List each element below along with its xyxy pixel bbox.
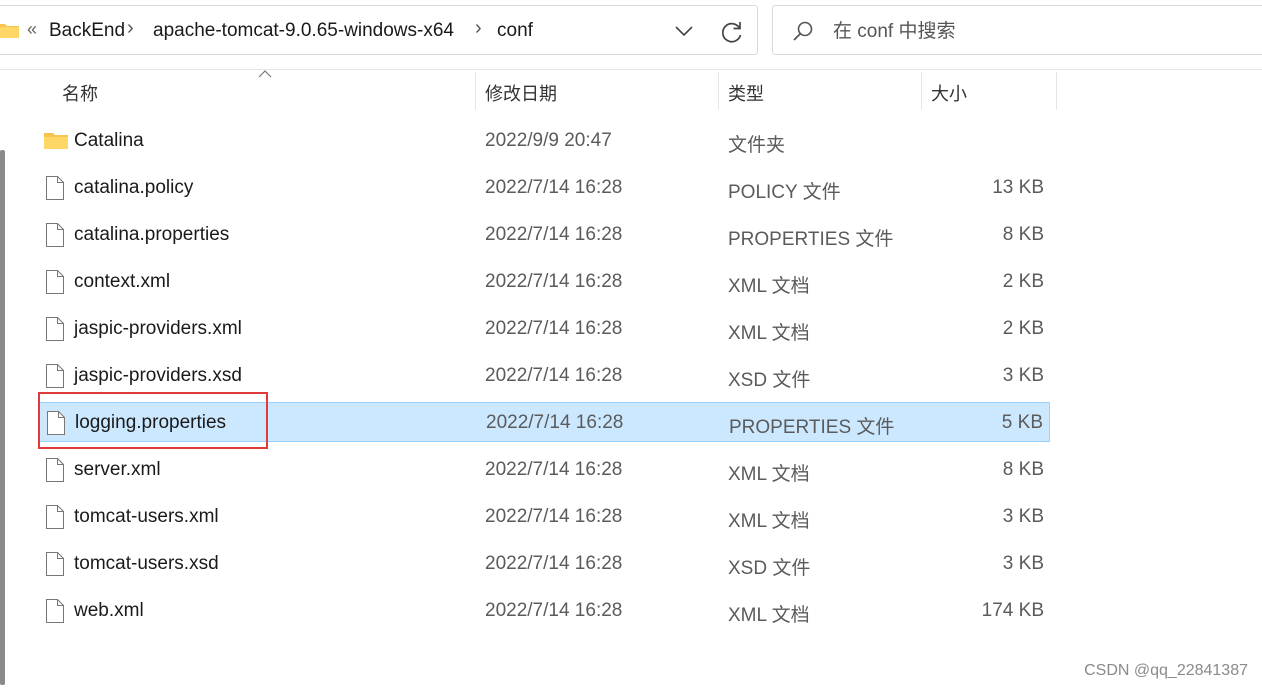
- file-size: 2 KB: [1002, 318, 1044, 339]
- file-type: XML 文档: [728, 511, 810, 532]
- file-date: 2022/9/9 20:47: [485, 130, 612, 151]
- column-divider[interactable]: [921, 72, 922, 110]
- search-input[interactable]: [831, 18, 1235, 46]
- file-size: 5 KB: [1001, 412, 1043, 433]
- sort-ascending-icon: [258, 70, 272, 78]
- file-icon: [46, 458, 64, 482]
- file-name: catalina.properties: [74, 224, 230, 245]
- file-type: PROPERTIES 文件: [729, 417, 895, 438]
- file-size: 8 KB: [1002, 224, 1044, 245]
- column-header-date[interactable]: 修改日期: [485, 80, 557, 106]
- list-item[interactable]: jaspic-providers.xml 2022/7/14 16:28 XML…: [38, 309, 1050, 349]
- column-divider[interactable]: [1056, 72, 1057, 110]
- file-icon: [46, 270, 64, 294]
- file-icon: [46, 176, 64, 200]
- file-date: 2022/7/14 16:28: [485, 177, 623, 198]
- file-date: 2022/7/14 16:28: [485, 459, 623, 480]
- file-size: 3 KB: [1002, 553, 1044, 574]
- file-name: jaspic-providers.xml: [74, 318, 242, 339]
- file-name: context.xml: [74, 271, 171, 292]
- file-name: web.xml: [74, 600, 144, 621]
- file-icon: [46, 364, 64, 388]
- list-item[interactable]: catalina.policy 2022/7/14 16:28 POLICY 文…: [38, 168, 1050, 208]
- file-name: jaspic-providers.xsd: [74, 365, 242, 386]
- column-header-size[interactable]: 大小: [931, 80, 967, 106]
- file-size: 13 KB: [992, 177, 1044, 198]
- file-date: 2022/7/14 16:28: [485, 506, 623, 527]
- file-type: XSD 文件: [728, 370, 811, 391]
- list-item[interactable]: context.xml 2022/7/14 16:28 XML 文档 2 KB: [38, 262, 1050, 302]
- list-item[interactable]: Catalina 2022/9/9 20:47 文件夹: [38, 121, 1050, 161]
- file-icon: [46, 505, 64, 529]
- file-type: XML 文档: [728, 276, 810, 297]
- file-name: catalina.policy: [74, 177, 194, 198]
- file-type: XML 文档: [728, 605, 810, 626]
- address-bar[interactable]: « BackEnd › apache-tomcat-9.0.65-windows…: [0, 5, 758, 55]
- file-size: 3 KB: [1002, 365, 1044, 386]
- file-date: 2022/7/14 16:28: [485, 271, 623, 292]
- file-date: 2022/7/14 16:28: [485, 553, 623, 574]
- breadcrumb-backend[interactable]: BackEnd: [49, 20, 125, 42]
- file-size: 3 KB: [1002, 506, 1044, 527]
- file-type: PROPERTIES 文件: [728, 229, 894, 250]
- breadcrumb-conf[interactable]: conf: [497, 20, 533, 42]
- file-name: tomcat-users.xsd: [74, 553, 219, 574]
- list-item-selected[interactable]: logging.properties 2022/7/14 16:28 PROPE…: [38, 402, 1050, 442]
- file-type: XML 文档: [728, 323, 810, 344]
- list-item[interactable]: jaspic-providers.xsd 2022/7/14 16:28 XSD…: [38, 356, 1050, 396]
- file-type: POLICY 文件: [728, 182, 841, 203]
- nav-pane-scrollbar[interactable]: [0, 150, 5, 685]
- file-size: 2 KB: [1002, 271, 1044, 292]
- column-divider[interactable]: [475, 72, 476, 110]
- file-icon: [47, 411, 65, 435]
- column-header-type[interactable]: 类型: [728, 80, 764, 106]
- overflow-chevron[interactable]: «: [27, 19, 37, 40]
- file-type: 文件夹: [728, 135, 786, 156]
- file-icon: [46, 223, 64, 247]
- list-item[interactable]: tomcat-users.xsd 2022/7/14 16:28 XSD 文件 …: [38, 544, 1050, 584]
- search-box[interactable]: [772, 5, 1262, 55]
- breadcrumb-separator[interactable]: ›: [127, 17, 134, 40]
- list-item[interactable]: web.xml 2022/7/14 16:28 XML 文档 174 KB: [38, 591, 1050, 631]
- list-item[interactable]: catalina.properties 2022/7/14 16:28 PROP…: [38, 215, 1050, 255]
- search-icon: [793, 21, 813, 41]
- file-name: logging.properties: [75, 412, 227, 433]
- chevron-down-icon[interactable]: [673, 20, 695, 42]
- file-icon: [46, 317, 64, 341]
- refresh-icon[interactable]: [719, 19, 745, 45]
- file-name: Catalina: [74, 130, 144, 151]
- column-divider[interactable]: [718, 72, 719, 110]
- breadcrumb-tomcat[interactable]: apache-tomcat-9.0.65-windows-x64: [153, 20, 454, 42]
- file-size: 174 KB: [981, 600, 1044, 621]
- file-date: 2022/7/14 16:28: [485, 600, 623, 621]
- column-header-name[interactable]: 名称: [62, 80, 98, 106]
- file-name: server.xml: [74, 459, 161, 480]
- file-type: XML 文档: [728, 464, 810, 485]
- file-date: 2022/7/14 16:28: [486, 412, 624, 433]
- file-date: 2022/7/14 16:28: [485, 224, 623, 245]
- folder-icon: [44, 133, 68, 149]
- file-date: 2022/7/14 16:28: [485, 365, 623, 386]
- list-item[interactable]: tomcat-users.xml 2022/7/14 16:28 XML 文档 …: [38, 497, 1050, 537]
- folder-icon: [0, 24, 19, 38]
- list-item[interactable]: server.xml 2022/7/14 16:28 XML 文档 8 KB: [38, 450, 1050, 490]
- watermark: CSDN @qq_22841387: [1084, 662, 1248, 679]
- file-name: tomcat-users.xml: [74, 506, 219, 527]
- file-date: 2022/7/14 16:28: [485, 318, 623, 339]
- breadcrumb-separator[interactable]: ›: [475, 17, 482, 40]
- file-size: 8 KB: [1002, 459, 1044, 480]
- toolbar-divider: [0, 69, 1262, 70]
- file-type: XSD 文件: [728, 558, 811, 579]
- file-icon: [46, 599, 64, 623]
- file-icon: [46, 552, 64, 576]
